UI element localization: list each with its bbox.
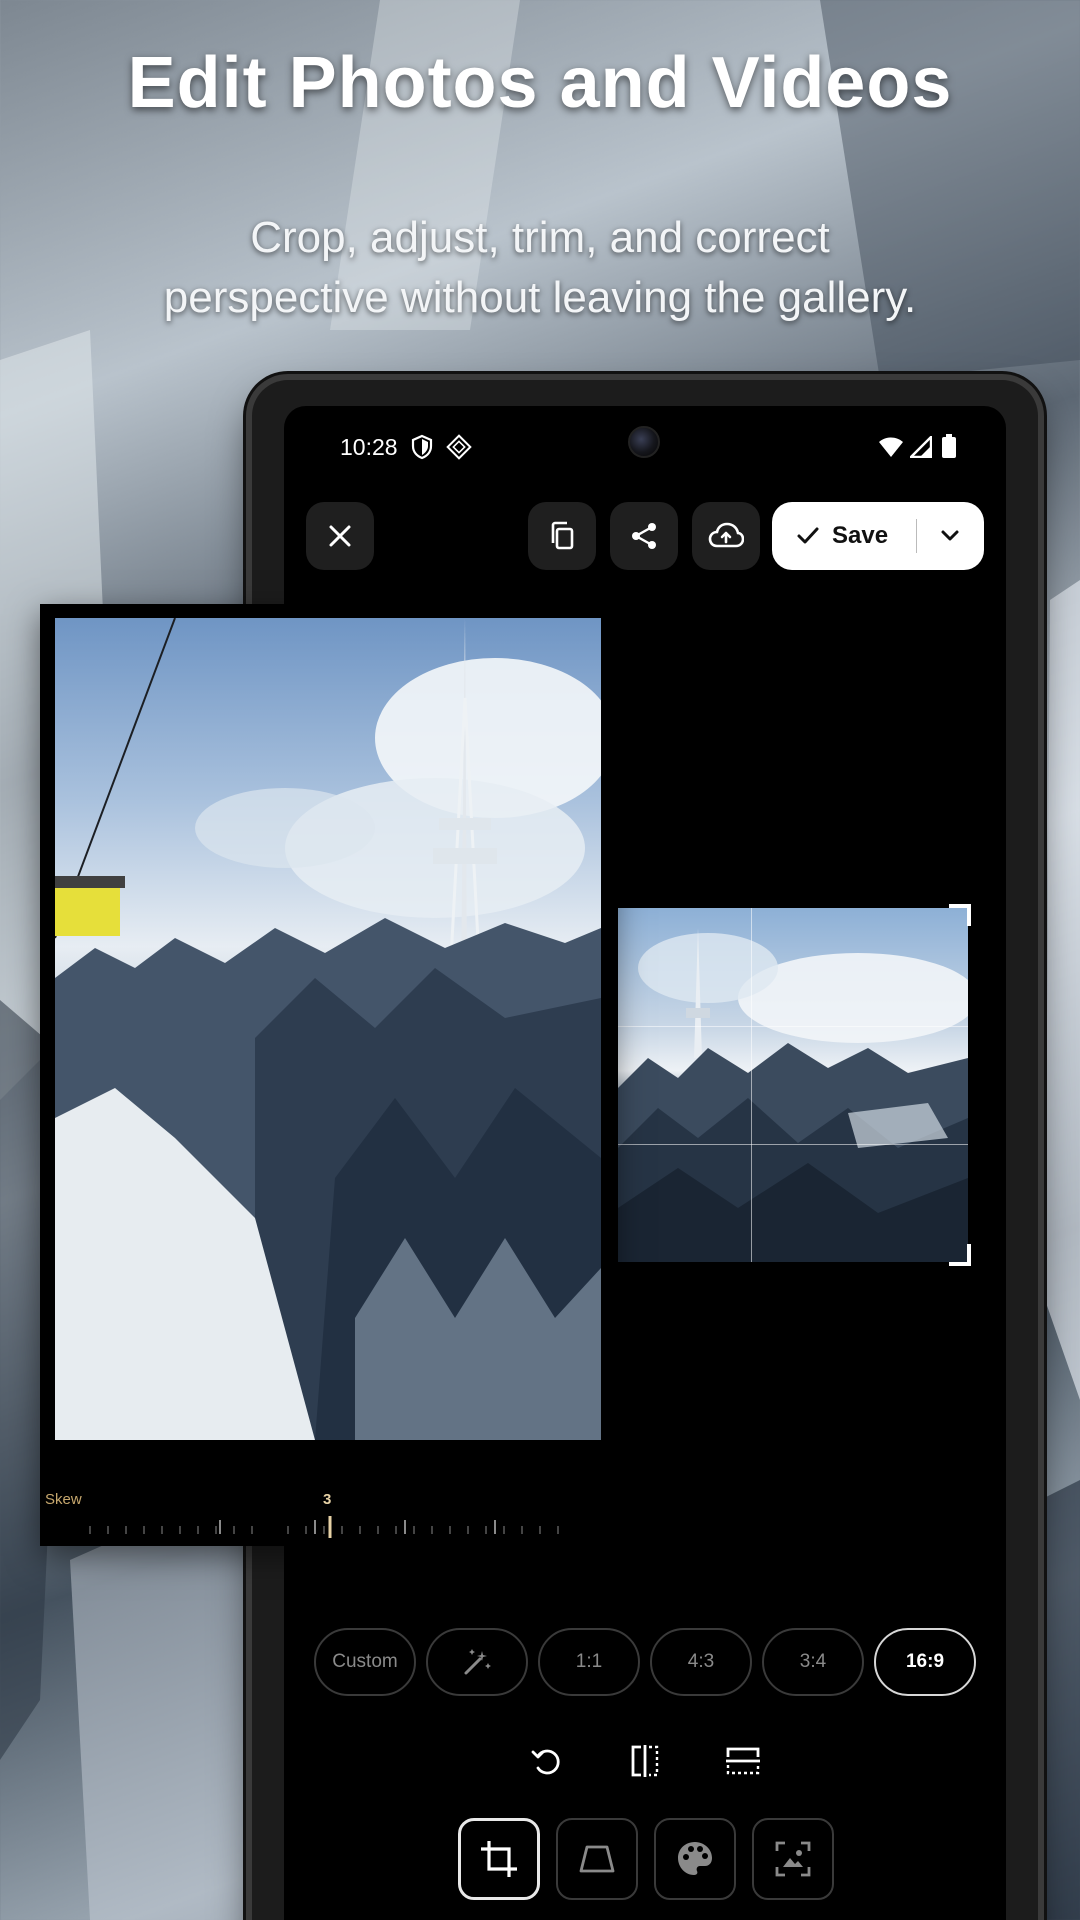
- battery-icon: [942, 434, 956, 458]
- crop-preview-image[interactable]: [618, 908, 968, 1262]
- check-icon: [797, 527, 819, 544]
- ratio-chip-1-1[interactable]: 1:1: [538, 1628, 640, 1696]
- aspect-ratio-row: Custom 1:1 4:3 3:4 16:9: [314, 1628, 1006, 1696]
- share-icon: [632, 523, 656, 549]
- transform-actions: [284, 1736, 1006, 1786]
- promo-headline: Edit Photos and Videos: [127, 43, 953, 123]
- copy-button[interactable]: [528, 502, 596, 570]
- tool-tab-adjust-colors[interactable]: [654, 1818, 736, 1900]
- status-time: 10:28: [340, 434, 398, 460]
- rotate-icon: [531, 1749, 560, 1775]
- crop-grid-horizontal-2: [618, 1144, 968, 1145]
- tool-tab-crop[interactable]: [458, 1818, 540, 1900]
- preview-scene: [618, 928, 968, 1262]
- copy-icon: [551, 521, 574, 550]
- ratio-chip-16-9[interactable]: 16:9: [874, 1628, 976, 1696]
- flip-vertical-button[interactable]: [718, 1736, 768, 1786]
- photo-preview[interactable]: [55, 618, 601, 1440]
- cellular-signal-icon: [910, 436, 932, 458]
- status-bar: 10:28: [284, 406, 1006, 486]
- ratio-chip-3-4[interactable]: 3:4: [762, 1628, 864, 1696]
- crop-grid-horizontal-1: [618, 1026, 968, 1027]
- save-label: Save: [832, 522, 889, 549]
- chevron-down-icon: [941, 530, 959, 541]
- magic-wand-icon: [464, 1649, 491, 1675]
- crop-handle-top-right[interactable]: [949, 904, 971, 926]
- skew-photo-card: Skew 3: [40, 604, 614, 1546]
- app-notification-icon: [446, 434, 472, 460]
- rotate-button[interactable]: [522, 1736, 572, 1786]
- wifi-icon: [879, 437, 903, 457]
- skew-value: 3: [323, 1491, 332, 1508]
- flip-horizontal-icon: [631, 1745, 659, 1777]
- palette-icon: [678, 1842, 712, 1875]
- crop-icon: [481, 1841, 517, 1877]
- flip-horizontal-button[interactable]: [620, 1736, 670, 1786]
- skew-label: Skew: [45, 1491, 82, 1508]
- ratio-chip-custom[interactable]: Custom: [314, 1628, 416, 1696]
- crop-handle-bottom-right[interactable]: [949, 1244, 971, 1266]
- skew-ruler-slider[interactable]: [80, 1516, 600, 1538]
- photo-scene: [55, 618, 601, 1440]
- crop-grid-vertical: [751, 908, 752, 1262]
- front-camera: [628, 426, 660, 458]
- ratio-chip-auto[interactable]: [426, 1628, 528, 1696]
- perspective-icon: [579, 1845, 615, 1873]
- tool-tab-perspective[interactable]: [556, 1818, 638, 1900]
- tool-tab-image-adjust[interactable]: [752, 1818, 834, 1900]
- save-options-dropdown[interactable]: [917, 502, 983, 570]
- promo-subheadline-line-2: perspective without leaving the gallery.: [163, 273, 917, 322]
- promo-subheadline: Crop, adjust, trim, and correct perspect…: [60, 208, 1020, 328]
- cloud-upload-icon: [708, 522, 744, 548]
- save-button-group: Save: [772, 502, 984, 570]
- save-button[interactable]: Save: [772, 502, 916, 570]
- share-button[interactable]: [610, 502, 678, 570]
- promo-subheadline-line-1: Crop, adjust, trim, and correct: [250, 213, 830, 262]
- upload-button[interactable]: [692, 502, 760, 570]
- image-adjust-icon: [775, 1841, 811, 1877]
- ratio-chip-4-3[interactable]: 4:3: [650, 1628, 752, 1696]
- shield-icon: [411, 434, 433, 460]
- close-button[interactable]: [306, 502, 374, 570]
- close-icon: [329, 525, 351, 547]
- flip-vertical-icon: [726, 1747, 760, 1775]
